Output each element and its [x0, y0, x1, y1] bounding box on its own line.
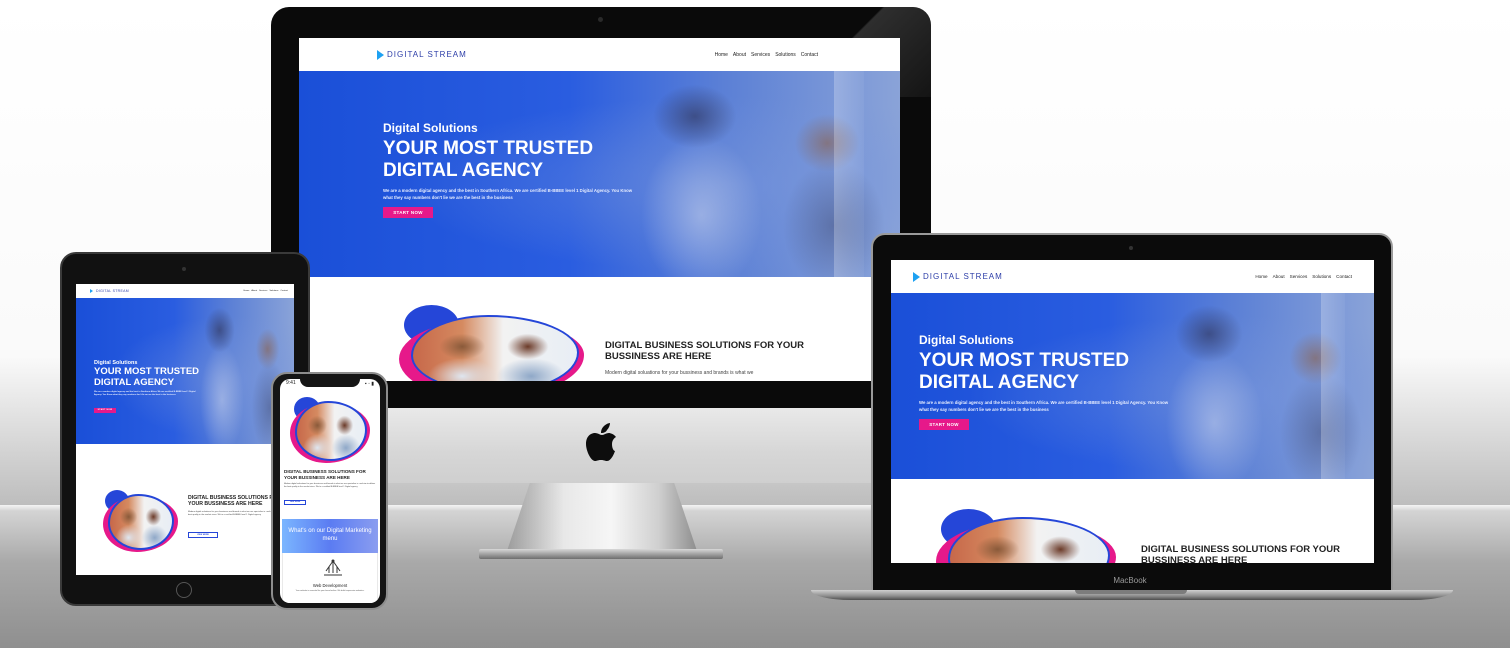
hero-banner: Digital Solutions YOUR MOST TRUSTED DIGI… — [76, 298, 294, 444]
nav-solutions[interactable]: Solutions — [1312, 274, 1331, 279]
start-now-button[interactable]: START NOW — [383, 207, 433, 219]
brand-name: DIGITAL STREAM — [923, 272, 1003, 281]
hero-subtitle: Digital Solutions — [383, 121, 478, 135]
service-title: Web Development — [312, 583, 348, 588]
solutions-title: DIGITAL BUSINESS SOLUTIONS FOR YOUR BUSS… — [284, 469, 366, 480]
nav-contact[interactable]: Contact — [280, 290, 288, 292]
logo-play-icon — [90, 289, 93, 293]
hero-text: Digital Solutions YOUR MOST TRUSTED DIGI… — [94, 360, 214, 415]
hero-banner: Digital Solutions YOUR MOST TRUSTED DIGI… — [891, 293, 1374, 479]
nav-solutions[interactable]: Solutions — [269, 290, 278, 292]
hero-window-light — [1320, 293, 1346, 479]
nav-home[interactable]: Home — [715, 52, 728, 58]
highfive-photo — [295, 401, 367, 461]
hero-text: Digital Solutions YOUR MOST TRUSTED DIGI… — [383, 121, 673, 219]
nav-services[interactable]: Services — [1290, 274, 1308, 279]
service-text: Your website is essential for your brand… — [295, 590, 365, 592]
logo-play-icon — [913, 271, 920, 282]
nav-services[interactable]: Services — [259, 290, 267, 292]
hero-title-line2: DIGITAL AGENCY — [383, 159, 544, 181]
apple-logo-icon — [586, 423, 616, 461]
imac-screen: DIGITAL STREAM Home About Services Solut… — [299, 38, 900, 381]
hero-title-line2: DIGITAL AGENCY — [94, 376, 175, 388]
solutions-section: DIGITAL BUSINESS SOLUTIONS FOR YOUR BUSS… — [299, 277, 900, 381]
macbook-screen: DIGITAL STREAM Home About Services Solut… — [891, 260, 1374, 563]
macbook-notch — [1075, 590, 1187, 594]
hero-paragraph: We are a modern digital agency and the b… — [383, 187, 633, 200]
solutions-image — [936, 509, 1116, 563]
status-time: 9:41 — [286, 380, 296, 386]
brand-name: DIGITAL STREAM — [96, 289, 129, 293]
nav-services[interactable]: Services — [751, 52, 770, 58]
nav-contact[interactable]: Contact — [1336, 274, 1352, 279]
view-more-button[interactable]: VIEW MORE — [188, 532, 218, 538]
macbook-label: MacBook — [1113, 576, 1147, 585]
main-nav: Home About Services Solutions Contact — [1255, 274, 1352, 279]
solutions-title: DIGITAL BUSINESS SOLUTIONS FOR YOUR BUSS… — [605, 340, 804, 363]
status-icons: ▪ ◦ ▮ — [364, 381, 374, 387]
main-nav: Home About Services Solutions Contact — [715, 52, 818, 58]
view-more-button[interactable]: VIEW MORE — [284, 500, 306, 505]
hero-text: Digital Solutions YOUR MOST TRUSTED DIGI… — [919, 333, 1199, 431]
web-development-icon — [324, 559, 342, 576]
iphone-notch — [300, 379, 360, 387]
nav-home[interactable]: Home — [244, 290, 250, 292]
solutions-image — [103, 490, 178, 554]
logo-play-icon — [377, 49, 384, 60]
hero-window-light — [833, 71, 864, 277]
hero-paragraph: We are a modern digital agency and the b… — [94, 390, 196, 396]
nav-about[interactable]: About — [733, 52, 746, 58]
imac-stand — [507, 483, 697, 551]
macbook-camera — [1129, 246, 1133, 250]
ipad-home-button — [176, 582, 192, 598]
iphone-screen: 9:41 ▪ ◦ ▮ DIGITAL BUSINESS SOLUTIONS FO… — [280, 379, 380, 603]
service-card[interactable]: Web Development Your website is essentia… — [282, 553, 378, 603]
hero-banner: Digital Solutions YOUR MOST TRUSTED DIGI… — [299, 71, 900, 277]
start-now-button[interactable]: START NOW — [919, 419, 969, 431]
solutions-text: Modern digital soluations for your bussi… — [284, 483, 376, 488]
start-now-button[interactable]: START NOW — [94, 408, 116, 414]
highfive-photo — [108, 494, 174, 550]
hero-paragraph: We are a modern digital agency and the b… — [919, 399, 1169, 412]
imac-camera — [598, 17, 603, 22]
hero-title-line2: DIGITAL AGENCY — [919, 371, 1080, 393]
hero-subtitle: Digital Solutions — [919, 333, 1014, 347]
solutions-section: DIGITAL BUSINESS SOLUTIONS FOR YOUR BUSS… — [891, 479, 1374, 563]
brand-logo[interactable]: DIGITAL STREAM — [913, 271, 1003, 282]
nav-contact[interactable]: Contact — [801, 52, 818, 58]
nav-home[interactable]: Home — [1255, 274, 1267, 279]
solutions-image — [290, 397, 370, 465]
nav-about[interactable]: About — [251, 290, 257, 292]
solutions-title: DIGITAL BUSINESS SOLUTIONS FOR YOUR BUSS… — [1141, 544, 1340, 563]
solutions-section: DIGITAL BUSINESS SOLUTIONS FOR YOUR BUSS… — [76, 480, 294, 575]
main-nav: Home About Services Solutions Contact — [244, 290, 289, 292]
hero-title-line1: YOUR MOST TRUSTED — [383, 138, 594, 159]
ipad-camera — [182, 267, 186, 271]
solutions-text: Modern digital soluations for your bussi… — [605, 370, 754, 376]
brand-logo[interactable]: DIGITAL STREAM — [90, 289, 129, 293]
ipad-screen: DIGITAL STREAM Home About Services Solut… — [76, 284, 294, 575]
solutions-image — [399, 305, 584, 381]
nav-about[interactable]: About — [1273, 274, 1285, 279]
hero-title-line1: YOUR MOST TRUSTED — [919, 350, 1130, 371]
imac-base — [479, 549, 723, 559]
site-header: DIGITAL STREAM Home About Services Solut… — [891, 260, 1374, 293]
brand-logo[interactable]: DIGITAL STREAM — [377, 49, 467, 60]
site-header: DIGITAL STREAM Home About Services Solut… — [299, 38, 900, 71]
digital-marketing-menu-card: What's on our Digital Marketing menu — [282, 519, 378, 553]
brand-name: DIGITAL STREAM — [387, 50, 467, 59]
site-header: DIGITAL STREAM Home About Services Solut… — [76, 284, 294, 298]
highfive-photo — [411, 315, 579, 381]
nav-solutions[interactable]: Solutions — [775, 52, 796, 58]
